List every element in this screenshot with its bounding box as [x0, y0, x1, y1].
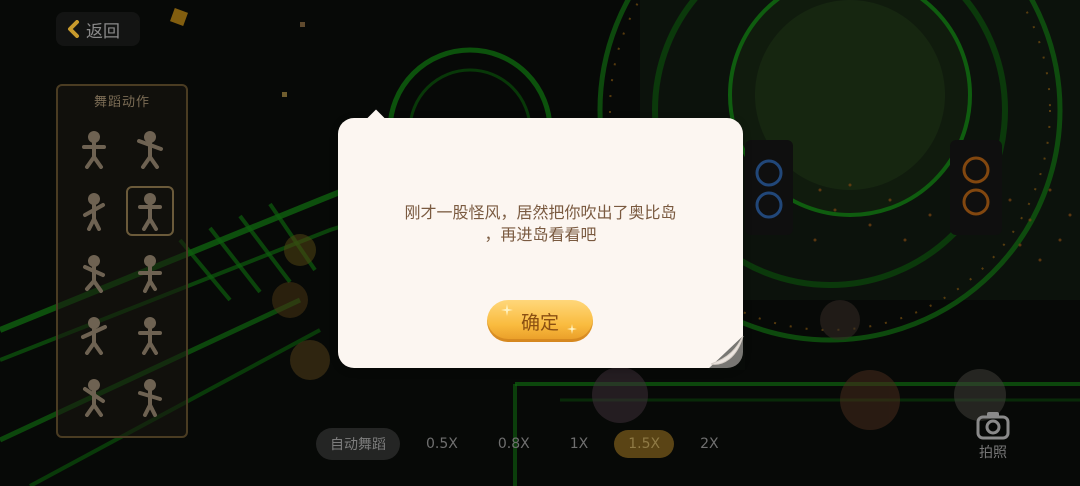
dialog-message-line-1: 刚才一股怪风，居然把你吹出了奥比岛	[404, 203, 677, 222]
dance-move-item[interactable]	[122, 118, 178, 180]
dance-move-item[interactable]	[66, 366, 122, 428]
confirm-button[interactable]: 确定	[487, 300, 593, 342]
photo-button[interactable]: 拍照	[968, 410, 1018, 474]
dance-panel-title: 舞蹈动作	[93, 95, 150, 110]
dance-move-item[interactable]	[122, 242, 178, 304]
speed-bar: 自动舞蹈 0.5X 0.8X 1X 1.5X 2X	[316, 428, 733, 460]
dancer-figure-icon	[83, 193, 105, 231]
speed-option-1x[interactable]: 1X	[556, 430, 603, 458]
dance-moves-grid	[66, 118, 178, 428]
speed-option-0-8x[interactable]: 0.8X	[484, 430, 544, 458]
photo-label: 拍照	[979, 445, 1007, 461]
dialog-message-line-2: ，再进岛看看吧	[484, 225, 597, 244]
dance-move-item[interactable]	[66, 180, 122, 242]
camera-icon	[976, 412, 1010, 440]
dancer-figure-icon	[83, 379, 105, 417]
dance-move-item[interactable]	[66, 242, 122, 304]
dancer-figure-icon	[82, 131, 106, 169]
dance-move-item[interactable]	[122, 304, 178, 366]
chevron-left-icon	[68, 20, 79, 38]
dance-move-item-selected[interactable]	[122, 180, 178, 242]
sparkle-icon	[501, 304, 513, 316]
back-button[interactable]: 返回	[56, 12, 140, 46]
back-label: 返回	[86, 21, 120, 42]
dance-move-item[interactable]	[66, 118, 122, 180]
dancer-figure-icon	[138, 193, 162, 231]
dancer-figure-icon	[83, 255, 105, 293]
speed-option-1-5x-selected[interactable]: 1.5X	[614, 430, 675, 458]
notice-dialog: 刚才一股怪风，居然把你吹出了奥比岛 ，再进岛看看吧 确定	[338, 109, 745, 370]
speed-option-2x[interactable]: 2X	[686, 430, 733, 458]
auto-dance-button[interactable]: 自动舞蹈	[316, 428, 400, 460]
dancer-figure-icon	[138, 255, 162, 293]
dancer-figure-icon	[81, 317, 107, 355]
dance-move-item[interactable]	[66, 304, 122, 366]
dialog-message: 刚才一股怪风，居然把你吹出了奥比岛 ，再进岛看看吧	[378, 202, 703, 246]
page-curl-decoration	[707, 334, 745, 370]
dance-moves-panel: 舞蹈动作	[56, 84, 188, 438]
dancer-figure-icon	[138, 317, 162, 355]
dancer-figure-icon	[138, 379, 162, 417]
speed-option-0-5x[interactable]: 0.5X	[412, 430, 472, 458]
dancer-figure-icon	[137, 131, 163, 169]
confirm-label: 确定	[520, 311, 559, 334]
dance-move-item[interactable]	[122, 366, 178, 428]
sparkle-icon	[567, 324, 577, 334]
